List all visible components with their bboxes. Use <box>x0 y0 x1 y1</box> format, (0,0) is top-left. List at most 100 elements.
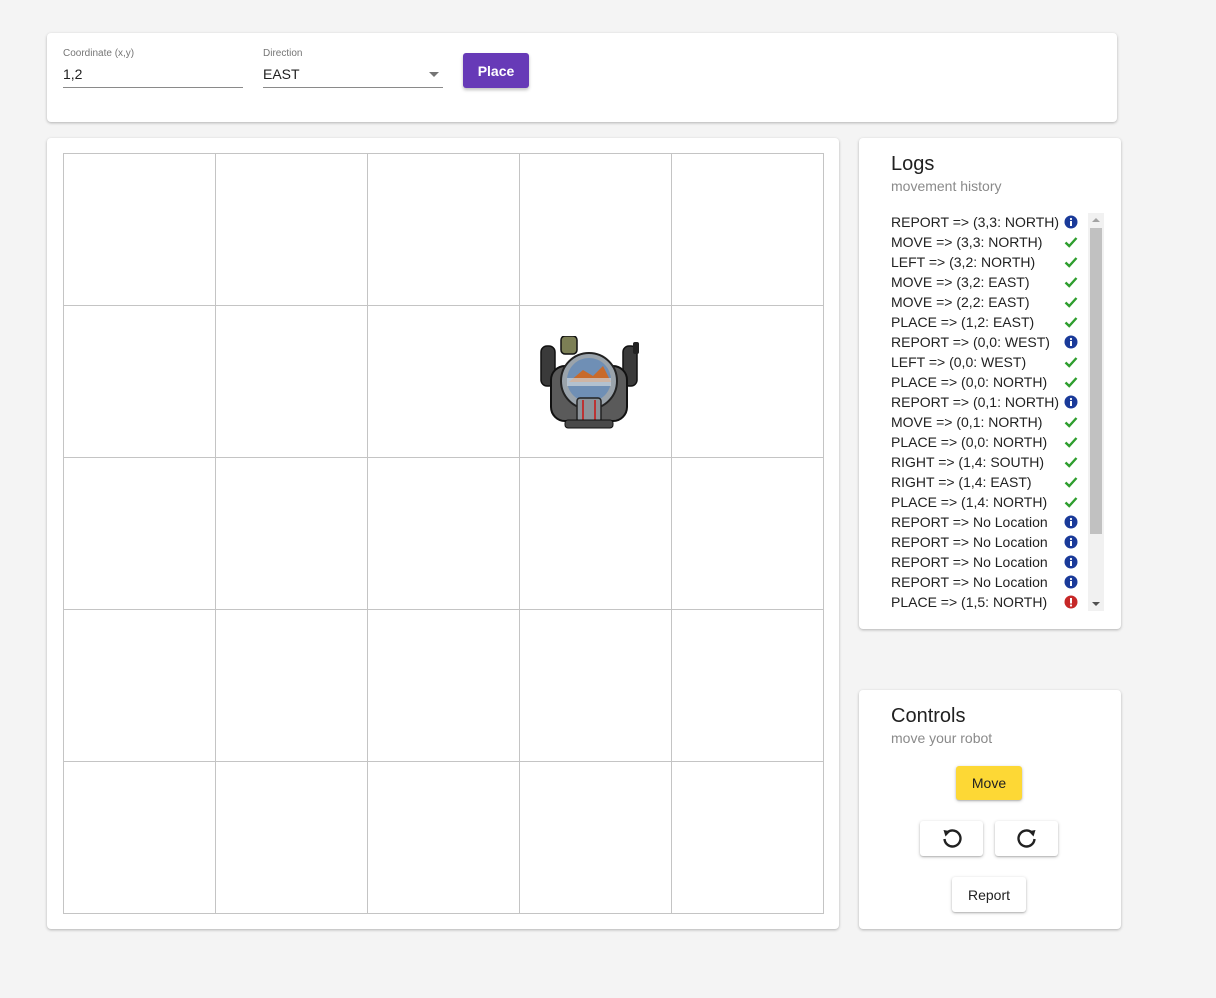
board-cell <box>63 457 216 610</box>
log-entry: REPORT => No Location <box>891 573 1078 593</box>
log-entry: MOVE => (0,1: NORTH) <box>891 413 1078 433</box>
log-entry: REPORT => (3,3: NORTH) <box>891 213 1078 233</box>
log-entry: REPORT => (0,1: NORTH) <box>891 393 1078 413</box>
log-entry: REPORT => No Location <box>891 553 1078 573</box>
place-button[interactable]: Place <box>463 53 529 88</box>
log-entry: RIGHT => (1,4: SOUTH) <box>891 453 1078 473</box>
board-cell <box>215 761 368 914</box>
log-list: REPORT => (3,3: NORTH) MOVE => (3,3: NORT… <box>891 213 1078 613</box>
board-cell <box>367 609 520 762</box>
log-entry-text: REPORT => (3,3: NORTH) <box>891 214 1060 230</box>
check-icon <box>1064 357 1078 368</box>
board-cell <box>671 153 824 306</box>
log-entry: REPORT => No Location <box>891 533 1078 553</box>
info-icon <box>1064 215 1078 229</box>
check-icon <box>1064 277 1078 288</box>
board-cell <box>63 153 216 306</box>
check-icon <box>1064 457 1078 468</box>
log-entry-text: PLACE => (1,2: EAST) <box>891 314 1035 330</box>
board-cell <box>63 609 216 762</box>
log-entry-text: REPORT => (0,0: WEST) <box>891 334 1050 350</box>
board-cell <box>519 153 672 306</box>
board-cell <box>215 153 368 306</box>
direction-field[interactable]: Direction EAST <box>263 48 443 88</box>
error-icon <box>1064 595 1078 609</box>
board-cell <box>367 457 520 610</box>
log-entry-text: LEFT => (0,0: WEST) <box>891 354 1027 370</box>
report-button[interactable]: Report <box>952 877 1026 912</box>
board-cell <box>215 609 368 762</box>
scrollbar-thumb[interactable] <box>1090 228 1102 534</box>
info-icon <box>1064 555 1078 569</box>
direction-label: Direction <box>263 48 303 59</box>
board-cell <box>367 305 520 458</box>
dropdown-caret-icon[interactable] <box>429 72 439 77</box>
controls-subtitle: move your robot <box>891 730 993 746</box>
check-icon <box>1064 297 1078 308</box>
log-entry: REPORT => No Location <box>891 513 1078 533</box>
board-cell <box>519 457 672 610</box>
board-card <box>47 138 839 929</box>
check-icon <box>1064 417 1078 428</box>
astronaut-robot-icon <box>540 336 639 429</box>
log-entry: PLACE => (0,0: NORTH) <box>891 373 1078 393</box>
info-icon <box>1064 575 1078 589</box>
board-cell <box>215 457 368 610</box>
log-entry-text: REPORT => No Location <box>891 574 1048 590</box>
rotate-right-icon <box>1016 828 1036 848</box>
rotate-right-button[interactable] <box>995 821 1058 856</box>
log-entry-text: REPORT => No Location <box>891 534 1048 550</box>
rotate-left-button[interactable] <box>920 821 983 856</box>
board-cell <box>519 609 672 762</box>
log-entry: PLACE => (0,0: NORTH) <box>891 433 1078 453</box>
check-icon <box>1064 477 1078 488</box>
scroll-down-arrow-icon[interactable] <box>1092 602 1100 606</box>
info-icon <box>1064 335 1078 349</box>
logs-subtitle: movement history <box>891 178 1002 194</box>
log-entry: PLACE => (1,5: NORTH) <box>891 593 1078 613</box>
check-icon <box>1064 437 1078 448</box>
coordinate-input[interactable] <box>63 66 243 82</box>
board-cell <box>671 457 824 610</box>
log-entry: MOVE => (2,2: EAST) <box>891 293 1078 313</box>
scroll-up-arrow-icon[interactable] <box>1092 218 1100 222</box>
log-entry-text: PLACE => (1,4: NORTH) <box>891 494 1048 510</box>
info-icon <box>1064 535 1078 549</box>
log-entry-text: REPORT => No Location <box>891 514 1048 530</box>
board-cell <box>63 761 216 914</box>
board-grid <box>63 153 824 914</box>
logs-title: Logs <box>891 153 935 175</box>
log-entry: MOVE => (3,2: EAST) <box>891 273 1078 293</box>
log-entry: MOVE => (3,3: NORTH) <box>891 233 1078 253</box>
direction-select[interactable]: EAST <box>263 65 443 88</box>
check-icon <box>1064 237 1078 248</box>
coordinate-field: Coordinate (x,y) <box>63 48 243 88</box>
check-icon <box>1064 317 1078 328</box>
log-entry-text: REPORT => (0,1: NORTH) <box>891 394 1060 410</box>
log-entry: PLACE => (1,2: EAST) <box>891 313 1078 333</box>
board-cell <box>63 305 216 458</box>
log-entry: RIGHT => (1,4: EAST) <box>891 473 1078 493</box>
info-icon <box>1064 395 1078 409</box>
log-entry-text: PLACE => (1,5: NORTH) <box>891 594 1048 610</box>
board-cell <box>519 761 672 914</box>
log-entry-text: REPORT => No Location <box>891 554 1048 570</box>
log-entry-text: PLACE => (0,0: NORTH) <box>891 434 1048 450</box>
direction-value: EAST <box>263 66 300 82</box>
log-scrollbar[interactable] <box>1088 213 1104 611</box>
controls-title: Controls <box>891 705 966 727</box>
check-icon <box>1064 257 1078 268</box>
log-entry-text: MOVE => (3,2: EAST) <box>891 274 1030 290</box>
move-button[interactable]: Move <box>956 766 1022 800</box>
controls-card: Controls move your robot Move Report <box>859 690 1121 929</box>
check-icon <box>1064 497 1078 508</box>
check-icon <box>1064 377 1078 388</box>
log-entry-text: MOVE => (3,3: NORTH) <box>891 234 1043 250</box>
board-cell <box>367 761 520 914</box>
board-cell <box>367 153 520 306</box>
board-cell <box>671 609 824 762</box>
log-entry: REPORT => (0,0: WEST) <box>891 333 1078 353</box>
board-cell <box>519 305 672 458</box>
log-entry-text: MOVE => (2,2: EAST) <box>891 294 1030 310</box>
log-entry-text: RIGHT => (1,4: SOUTH) <box>891 454 1044 470</box>
